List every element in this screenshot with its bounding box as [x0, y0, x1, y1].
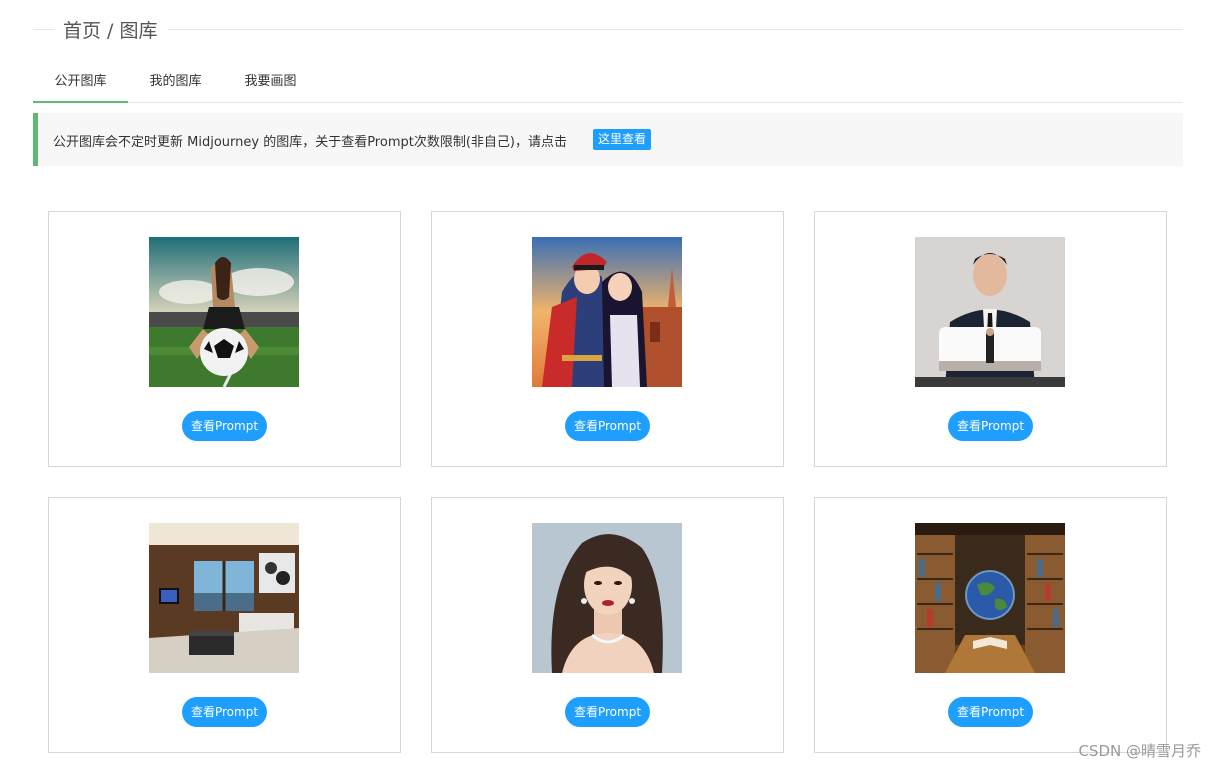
- tab-my-gallery[interactable]: 我的图库: [128, 64, 223, 103]
- tab-draw[interactable]: 我要画图: [223, 64, 318, 103]
- view-prompt-button[interactable]: 查看Prompt: [182, 697, 267, 727]
- header-divider-left: [33, 29, 55, 30]
- notice-box: 公开图库会不定时更新 Midjourney 的图库，关于查看Prompt次数限制…: [33, 113, 1183, 166]
- page-header: 首页 / 图库: [33, 14, 1183, 44]
- gallery-image[interactable]: [532, 523, 682, 673]
- view-prompt-button[interactable]: 查看Prompt: [948, 411, 1033, 441]
- gallery-card: 查看Prompt: [814, 497, 1167, 753]
- breadcrumb-title: 首页 / 图库: [63, 20, 158, 42]
- view-prompt-button[interactable]: 查看Prompt: [948, 697, 1033, 727]
- gallery-card: 查看Prompt: [48, 211, 401, 467]
- header-divider-right: [168, 29, 1183, 30]
- gallery-image[interactable]: [149, 237, 299, 387]
- gallery-image[interactable]: [149, 523, 299, 673]
- gallery-card: 查看Prompt: [814, 211, 1167, 467]
- view-prompt-button[interactable]: 查看Prompt: [565, 697, 650, 727]
- gallery-image[interactable]: [915, 523, 1065, 673]
- notice-text: 公开图库会不定时更新 Midjourney 的图库，关于查看Prompt次数限制…: [53, 135, 567, 150]
- gallery-image[interactable]: [532, 237, 682, 387]
- view-prompt-button[interactable]: 查看Prompt: [565, 411, 650, 441]
- gallery-card: 查看Prompt: [431, 497, 784, 753]
- view-prompt-button[interactable]: 查看Prompt: [182, 411, 267, 441]
- watermark: CSDN @晴雪月乔: [1078, 742, 1201, 760]
- tab-public-gallery[interactable]: 公开图库: [33, 64, 128, 103]
- gallery-card: 查看Prompt: [48, 497, 401, 753]
- tab-bar: 公开图库 我的图库 我要画图: [33, 64, 1183, 103]
- gallery-image[interactable]: [915, 237, 1065, 387]
- gallery-card: 查看Prompt: [431, 211, 784, 467]
- view-here-link[interactable]: 这里查看: [593, 129, 652, 150]
